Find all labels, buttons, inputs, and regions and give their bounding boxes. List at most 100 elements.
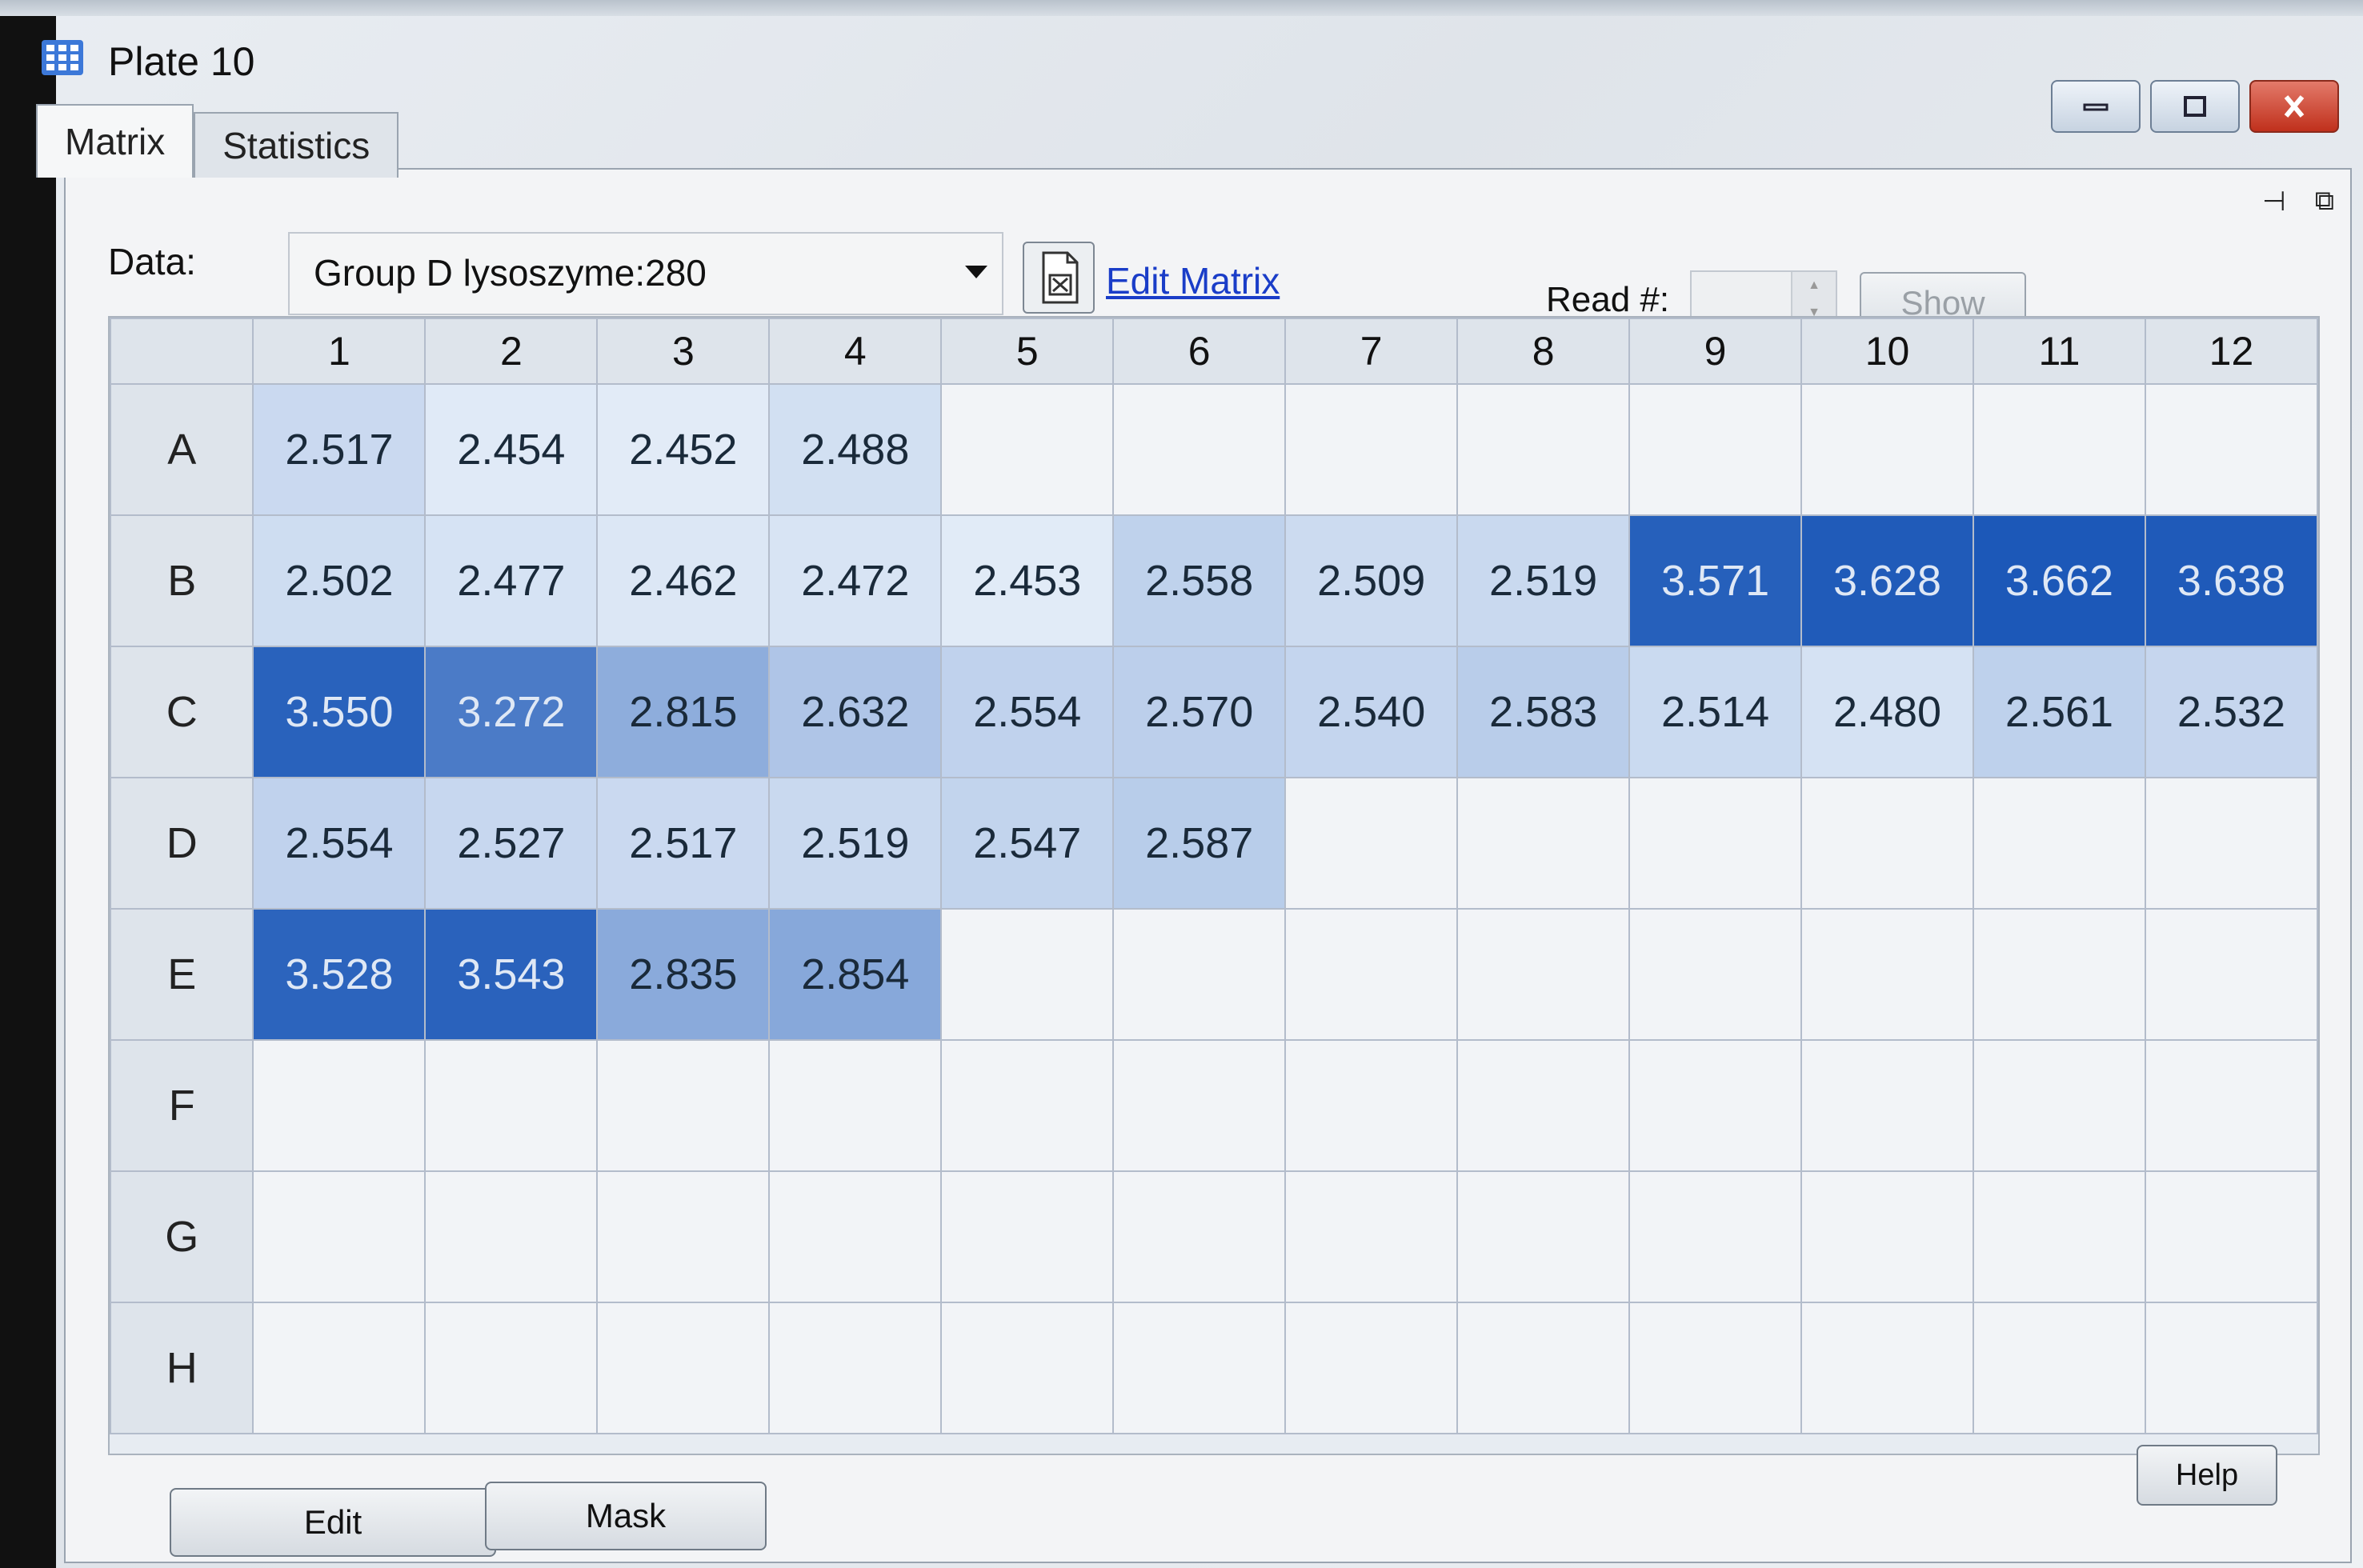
well-cell[interactable]: 2.472 [768,514,943,647]
close-button[interactable] [2249,80,2339,133]
well-cell[interactable]: 2.835 [596,908,771,1041]
row-header[interactable]: D [109,777,254,910]
well-cell[interactable] [1112,1039,1287,1172]
well-cell[interactable] [424,1302,599,1434]
column-header[interactable]: 9 [1628,318,1803,385]
well-cell[interactable]: 3.550 [252,646,427,778]
well-cell[interactable]: 2.514 [1628,646,1803,778]
well-cell[interactable] [1456,1302,1631,1434]
well-cell[interactable]: 2.462 [596,514,771,647]
row-header[interactable]: B [109,514,254,647]
well-cell[interactable]: 3.662 [1973,514,2146,647]
well-cell[interactable] [596,1039,771,1172]
well-cell[interactable] [1112,1302,1287,1434]
well-cell[interactable]: 2.540 [1284,646,1459,778]
well-cell[interactable]: 2.554 [940,646,1115,778]
well-cell[interactable]: 3.543 [424,908,599,1041]
column-header[interactable]: 7 [1284,318,1459,385]
well-cell[interactable] [1456,1039,1631,1172]
well-cell[interactable] [252,1302,427,1434]
restore-panel-icon[interactable]: ⧉ [2315,186,2334,218]
well-cell[interactable]: 2.519 [1456,514,1631,647]
well-cell[interactable] [1628,1302,1803,1434]
column-header[interactable]: 10 [1800,318,1974,385]
well-cell[interactable] [940,383,1115,516]
well-cell[interactable]: 2.453 [940,514,1115,647]
help-button[interactable]: Help [2137,1445,2277,1506]
well-cell[interactable]: 3.628 [1800,514,1974,647]
well-cell[interactable] [2144,908,2319,1041]
well-cell[interactable]: 3.272 [424,646,599,778]
well-cell[interactable] [1456,908,1631,1041]
row-header[interactable]: G [109,1170,254,1303]
well-cell[interactable] [2144,1302,2319,1434]
well-cell[interactable] [1628,383,1803,516]
well-cell[interactable] [1456,777,1631,910]
well-cell[interactable] [1973,908,2146,1041]
well-cell[interactable]: 2.570 [1112,646,1287,778]
well-cell[interactable]: 3.528 [252,908,427,1041]
well-cell[interactable] [1800,1302,1974,1434]
well-cell[interactable] [1973,777,2146,910]
well-cell[interactable] [940,1170,1115,1303]
well-cell[interactable] [1973,1170,2146,1303]
maximize-button[interactable] [2150,80,2240,133]
well-cell[interactable] [1112,908,1287,1041]
well-cell[interactable] [1973,383,2146,516]
well-cell[interactable] [252,1170,427,1303]
well-cell[interactable] [1284,383,1459,516]
well-cell[interactable] [1112,383,1287,516]
well-cell[interactable]: 2.854 [768,908,943,1041]
well-cell[interactable] [940,1302,1115,1434]
well-cell[interactable]: 2.558 [1112,514,1287,647]
well-cell[interactable] [768,1302,943,1434]
well-cell[interactable]: 2.519 [768,777,943,910]
well-cell[interactable] [424,1039,599,1172]
well-cell[interactable]: 2.527 [424,777,599,910]
excel-export-button[interactable] [1023,242,1095,314]
well-cell[interactable] [1973,1302,2146,1434]
well-cell[interactable] [596,1170,771,1303]
tab-matrix[interactable]: Matrix [36,104,194,178]
well-cell[interactable] [1628,1170,1803,1303]
well-cell[interactable]: 2.509 [1284,514,1459,647]
well-cell[interactable]: 2.517 [596,777,771,910]
tab-statistics[interactable]: Statistics [194,112,399,178]
well-cell[interactable]: 2.532 [2144,646,2319,778]
well-cell[interactable] [1800,383,1974,516]
well-cell[interactable] [1628,777,1803,910]
well-cell[interactable]: 2.554 [252,777,427,910]
well-cell[interactable] [1456,1170,1631,1303]
well-cell[interactable]: 2.561 [1973,646,2146,778]
well-cell[interactable] [1628,908,1803,1041]
well-cell[interactable] [1973,1039,2146,1172]
row-header[interactable]: H [109,1302,254,1434]
well-cell[interactable]: 2.815 [596,646,771,778]
well-cell[interactable] [1284,1302,1459,1434]
well-cell[interactable] [252,1039,427,1172]
well-cell[interactable] [1800,908,1974,1041]
row-header[interactable]: A [109,383,254,516]
well-cell[interactable]: 2.480 [1800,646,1974,778]
well-cell[interactable] [2144,383,2319,516]
well-cell[interactable]: 2.488 [768,383,943,516]
column-header[interactable]: 2 [424,318,599,385]
mask-button[interactable]: Mask [485,1482,767,1550]
column-header[interactable]: 12 [2144,318,2319,385]
data-dropdown[interactable]: Group D lysoszyme:280 [288,232,1003,315]
well-cell[interactable]: 2.583 [1456,646,1631,778]
well-cell[interactable] [940,908,1115,1041]
well-cell[interactable] [1112,1170,1287,1303]
well-cell[interactable]: 2.632 [768,646,943,778]
pin-icon[interactable]: ⊣ [2262,186,2286,218]
edit-button[interactable]: Edit [170,1488,496,1557]
well-cell[interactable] [596,1302,771,1434]
well-cell[interactable]: 2.454 [424,383,599,516]
well-cell[interactable] [768,1039,943,1172]
well-cell[interactable] [1628,1039,1803,1172]
column-header[interactable]: 4 [768,318,943,385]
row-header[interactable]: E [109,908,254,1041]
minimize-button[interactable] [2051,80,2141,133]
well-cell[interactable] [2144,1039,2319,1172]
well-cell[interactable] [1800,777,1974,910]
